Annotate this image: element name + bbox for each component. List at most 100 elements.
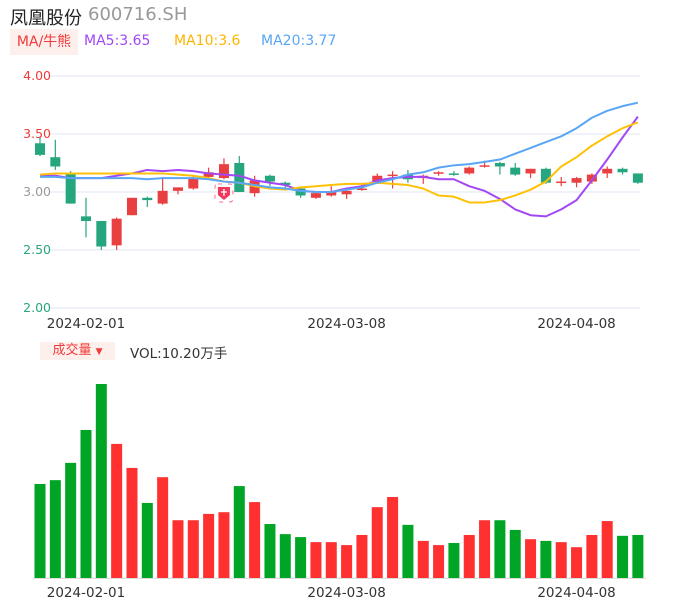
y-tick-label: 3.50	[23, 126, 51, 141]
volume-bar	[218, 512, 230, 578]
candle-body	[556, 181, 567, 184]
volume-bar	[187, 520, 199, 578]
volume-bar	[632, 534, 644, 578]
volume-bar	[371, 507, 383, 578]
volume-bar	[402, 524, 414, 578]
x-axis-label: 2024-04-08	[537, 585, 615, 601]
event-marker-icon	[214, 183, 234, 203]
volume-bar	[555, 542, 567, 578]
volume-bar	[617, 535, 629, 578]
candle-body	[341, 190, 352, 195]
volume-bar	[433, 545, 445, 578]
candle	[464, 166, 475, 175]
candle-body	[80, 216, 91, 221]
candle	[571, 176, 582, 188]
volume-bar	[341, 545, 353, 578]
candle	[510, 163, 521, 176]
candle-body	[310, 193, 321, 198]
volume-bar	[172, 520, 184, 578]
volume-bar	[387, 497, 399, 578]
y-tick-label: 2.50	[23, 242, 51, 257]
candle	[172, 187, 183, 195]
y-tick-label: 2.00	[23, 300, 51, 315]
x-axis-label: 2024-03-08	[307, 316, 385, 332]
candle-body	[464, 167, 475, 174]
volume-bar	[203, 513, 215, 578]
candle-body	[387, 174, 398, 177]
volume-bar	[65, 462, 77, 578]
volume-bar	[586, 534, 598, 578]
candle-body	[96, 221, 107, 247]
x-axis-label: 2024-03-08	[307, 585, 385, 601]
candle	[448, 171, 459, 176]
candle	[632, 173, 643, 184]
y-tick-label: 4.00	[23, 68, 51, 83]
volume-bar	[249, 502, 261, 578]
volume-bar	[80, 429, 92, 578]
candle	[50, 139, 61, 170]
candle-body	[479, 165, 490, 167]
candle	[126, 197, 137, 216]
volume-bar	[141, 502, 153, 578]
candle	[142, 196, 153, 208]
candle-body	[172, 187, 183, 191]
candle	[111, 217, 122, 250]
candle	[556, 176, 567, 187]
volume-bar	[95, 384, 107, 578]
volume-bar	[540, 540, 552, 578]
candle-body	[510, 167, 521, 175]
x-axis-label: 2024-02-01	[47, 316, 125, 332]
volume-bar	[448, 542, 460, 578]
x-axis-label: 2024-02-01	[47, 585, 125, 601]
candle-body	[617, 168, 628, 173]
volume-bar	[463, 534, 475, 578]
volume-bar	[525, 539, 537, 578]
candle	[433, 171, 444, 176]
volume-bar	[279, 534, 291, 578]
volume-bar	[325, 542, 337, 578]
candle-body	[35, 143, 45, 155]
volume-indicator-button[interactable]: 成交量 ▼	[40, 342, 115, 360]
volume-bar	[111, 443, 123, 578]
volume-bar	[494, 520, 506, 578]
volume-button-label: 成交量	[52, 343, 92, 358]
candle-body	[448, 173, 459, 175]
volume-bar	[571, 547, 583, 578]
candle	[525, 168, 536, 179]
candle	[80, 197, 91, 238]
candle-body	[50, 157, 61, 167]
stock-chart-widget: 凤凰股份 600716.SH MA/牛熊 MA5:3.65 MA10:3.6 M…	[0, 0, 686, 606]
volume-bar	[157, 477, 169, 578]
candle	[617, 167, 628, 175]
volume-bar	[479, 520, 491, 578]
candle-body	[264, 175, 275, 182]
volume-bar	[509, 529, 521, 578]
candle	[96, 221, 107, 250]
volume-bar	[356, 534, 368, 578]
candle-body	[126, 197, 137, 216]
volume-readout: VOL:10.20万手	[130, 346, 228, 362]
candle-body	[188, 178, 199, 189]
candle	[494, 161, 505, 175]
candle	[310, 192, 321, 199]
candle	[65, 171, 76, 204]
candle	[602, 166, 613, 179]
x-axis-label: 2024-04-08	[537, 316, 615, 332]
volume-bar	[295, 537, 307, 578]
candlestick-chart: 4.003.503.002.502.002024-02-012024-02-01…	[23, 68, 646, 601]
candle-body	[525, 168, 536, 174]
candle-body	[111, 218, 122, 246]
candle	[264, 174, 275, 187]
candle-body	[602, 168, 613, 174]
volume-bar	[417, 540, 429, 578]
candle-body	[433, 172, 444, 174]
candle	[234, 156, 245, 192]
candle-body	[571, 178, 582, 183]
candle-body	[632, 173, 643, 183]
candle	[218, 158, 229, 180]
volume-bar	[601, 521, 613, 578]
volume-bar	[310, 542, 322, 578]
candle-body	[218, 164, 229, 179]
y-tick-label: 3.00	[23, 184, 51, 199]
volume-bar	[49, 480, 61, 578]
